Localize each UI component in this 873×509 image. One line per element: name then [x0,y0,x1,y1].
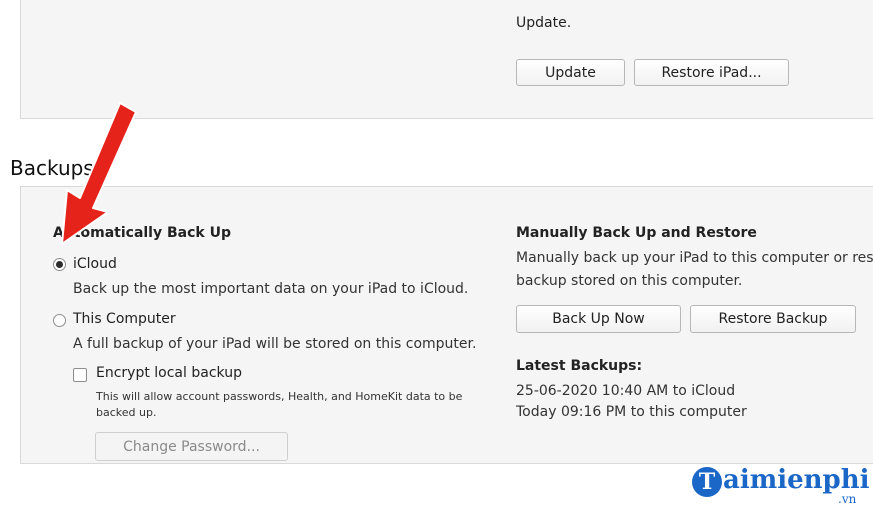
watermark-logo-icon: T [692,467,722,497]
watermark-logo: T aimienphi .vn [692,462,870,506]
this-computer-description: A full backup of your iPad will be store… [73,336,477,352]
back-up-now-button[interactable]: Back Up Now [516,305,681,333]
latest-backup-computer: Today 09:16 PM to this computer [516,404,747,420]
auto-backup-heading: Automatically Back Up [53,225,231,241]
icloud-radio[interactable] [53,258,66,271]
icloud-description: Back up the most important data on your … [73,281,469,297]
restore-backup-button[interactable]: Restore Backup [690,305,856,333]
watermark-suffix: .vn [838,492,857,506]
encrypt-backup-label[interactable]: Encrypt local backup [96,365,242,381]
encrypt-backup-description: This will allow account passwords, Healt… [96,390,463,419]
latest-backup-icloud: 25-06-2020 10:40 AM to iCloud [516,383,736,399]
change-password-button[interactable]: Change Password... [95,432,288,461]
this-computer-radio[interactable] [53,314,66,327]
manual-backup-desc-line2: backup stored on this computer. [516,273,743,289]
this-computer-label[interactable]: This Computer [73,311,176,327]
manual-backup-heading: Manually Back Up and Restore [516,225,757,241]
update-text: Update. [516,15,572,31]
encrypt-backup-checkbox[interactable] [73,368,87,382]
restore-ipad-button[interactable]: Restore iPad... [634,59,789,86]
update-button[interactable]: Update [516,59,625,86]
icloud-label[interactable]: iCloud [73,256,117,272]
latest-backups-heading: Latest Backups: [516,358,643,374]
manual-backup-desc-line1: Manually back up your iPad to this compu… [516,250,873,266]
backups-section-title: Backups [10,156,94,180]
